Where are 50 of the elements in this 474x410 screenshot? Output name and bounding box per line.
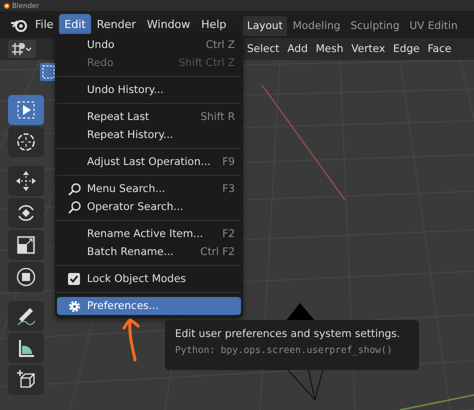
editor-type-button[interactable] (8, 40, 36, 58)
menu-item[interactable]: Undo History... (57, 81, 241, 99)
tool-button[interactable] (8, 127, 44, 157)
tooltip-description: Edit user preferences and system settings. (175, 328, 402, 340)
menu-item[interactable]: Menu Search... F3 (57, 180, 241, 198)
move-icon (15, 170, 37, 192)
workspace-tab[interactable]: Layout (243, 16, 287, 36)
transform-icon (15, 266, 37, 288)
menu-item[interactable]: Operator Search... (57, 198, 241, 216)
python-command: Python: bpy.ops.screen.userpref_show() (175, 345, 394, 356)
header-menu[interactable]: Face (424, 43, 456, 55)
menu-item[interactable]: Repeat History... (57, 126, 241, 144)
search-icon (68, 200, 80, 214)
menu-item[interactable]: Preferences... (57, 297, 241, 315)
header-menu[interactable]: Vertex (347, 43, 390, 55)
header-menu[interactable]: Select (243, 43, 284, 55)
settings-icon (68, 300, 80, 312)
header-menu[interactable]: Edge (389, 43, 424, 55)
tool-button[interactable] (8, 95, 44, 125)
tool-button[interactable] (8, 301, 44, 331)
tool-button[interactable] (8, 262, 44, 292)
tool-button[interactable] (8, 230, 44, 260)
annotate-icon (15, 305, 37, 327)
menu-item[interactable]: Help (196, 14, 232, 35)
tool-button[interactable] (8, 365, 44, 395)
annotation-arrow (121, 318, 141, 362)
menu-item[interactable]: Lock Object Modes (57, 270, 241, 288)
scale-icon (15, 234, 37, 256)
workspace-tab[interactable]: UV Editin (406, 16, 462, 36)
tool-button[interactable] (8, 333, 44, 363)
header-menu[interactable]: Mesh (312, 43, 348, 55)
cursor-icon (15, 131, 37, 153)
workspace-tab[interactable]: Modeling (288, 16, 344, 36)
menu-item[interactable]: Repeat Last Shift R (57, 108, 241, 126)
menu-item[interactable]: File (30, 14, 58, 35)
workspace-tab[interactable]: Sculpting (346, 16, 404, 36)
menu-item[interactable]: Rename Active Item... F2 (57, 225, 241, 243)
menu-item[interactable]: Undo Ctrl Z (57, 36, 241, 54)
tool-button[interactable] (8, 198, 44, 228)
checkbox[interactable] (68, 273, 80, 285)
logo-icon (2, 2, 10, 10)
tool-button[interactable] (8, 166, 44, 196)
menu-item[interactable]: Render (92, 14, 141, 35)
menu-item[interactable]: Edit (59, 14, 91, 35)
select-icon (15, 99, 37, 121)
header-menu[interactable]: Add (283, 43, 312, 55)
menu-item[interactable]: Batch Rename... Ctrl F2 (57, 243, 241, 261)
search-icon (68, 182, 80, 196)
menu-item[interactable]: Window (142, 14, 196, 35)
menu-item[interactable]: Adjust Last Operation... F9 (57, 153, 241, 171)
